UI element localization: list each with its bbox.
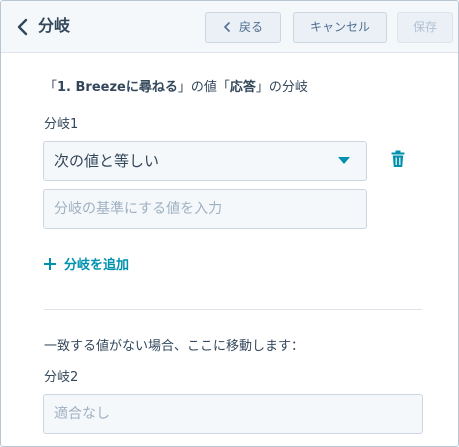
field-name: 応答 (229, 80, 256, 95)
branch-panel: 分岐 戻る キャンセル 保存 「1. Breezeに尋ねる」の値「応答」の分岐 … (0, 0, 459, 447)
cancel-button[interactable]: キャンセル (293, 12, 387, 43)
description-suffix: 」の分岐 (255, 80, 308, 95)
description-prefix: 「 (44, 80, 58, 95)
branch1-label: 分岐1 (44, 117, 79, 132)
description-mid: 」の値「 (177, 80, 230, 95)
panel-title: 分岐 (38, 16, 71, 35)
trash-icon[interactable] (391, 150, 405, 168)
action-name: 1. Breezeに尋ねる (57, 80, 178, 95)
fallback-branch-input[interactable] (43, 394, 423, 434)
chevron-left-icon (224, 22, 230, 32)
add-branch-label: 分岐を追加 (64, 258, 130, 273)
branch-description: 「1. Breezeに尋ねる」の値「応答」の分岐 (44, 78, 308, 98)
branch1-value-input[interactable] (43, 189, 367, 229)
add-branch-button[interactable]: 分岐を追加 (44, 257, 129, 275)
save-button-label: 保存 (412, 20, 437, 34)
chevron-left-icon[interactable] (16, 18, 30, 36)
fallback-description: 一致する値がない場合、ここに移動します： (44, 339, 305, 354)
caret-down-icon (338, 157, 350, 164)
section-divider (44, 309, 422, 310)
operator-dropdown[interactable]: 次の値と等しい (43, 141, 367, 181)
cancel-button-label: キャンセル (309, 20, 370, 34)
plus-icon (44, 258, 56, 270)
save-button[interactable]: 保存 (397, 12, 453, 43)
back-button[interactable]: 戻る (205, 12, 281, 43)
operator-selected-value: 次の値と等しい (54, 152, 160, 170)
branch2-label: 分岐2 (44, 370, 79, 385)
panel-header: 分岐 戻る キャンセル 保存 (1, 1, 458, 53)
back-button-label: 戻る (238, 20, 263, 34)
